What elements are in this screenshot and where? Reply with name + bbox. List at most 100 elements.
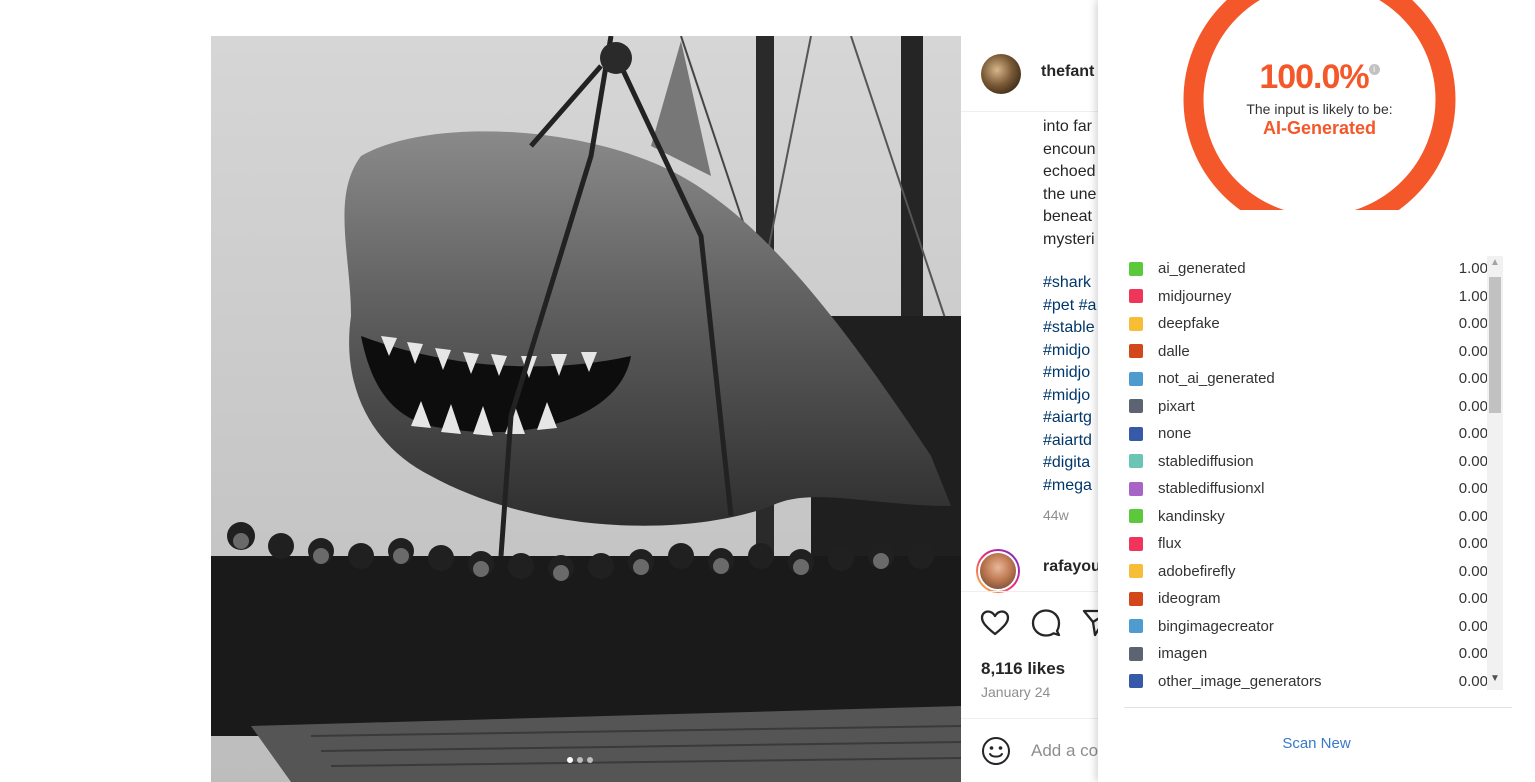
- comment-input[interactable]: Add a co: [1031, 741, 1098, 761]
- result-value: 0.00: [1458, 645, 1488, 663]
- commenter-avatar[interactable]: [976, 549, 1020, 593]
- likes-count[interactable]: 8,116 likes: [981, 659, 1065, 679]
- legend-swatch: [1129, 619, 1143, 634]
- heart-icon[interactable]: [979, 607, 1011, 639]
- commenter-username[interactable]: rafayou: [1043, 558, 1101, 576]
- results-list: ai_generated 1.00 midjourney 1.00 deepfake 0.…: [1126, 255, 1490, 692]
- hashtag-link[interactable]: #mega: [1043, 475, 1096, 498]
- shark-photo-illustration: [211, 36, 961, 782]
- result-row: deepfake 0.00: [1126, 310, 1490, 338]
- result-label: ai_generated: [1158, 260, 1246, 278]
- result-label: dalle: [1158, 342, 1190, 360]
- result-row: stablediffusionxl 0.00: [1126, 475, 1490, 503]
- post-time-ago[interactable]: 44w: [1043, 507, 1069, 523]
- comment-bar: Add a co: [961, 718, 1101, 782]
- result-label: ideogram: [1158, 590, 1221, 608]
- post-date: January 24: [981, 684, 1051, 700]
- hashtag-link[interactable]: #midjo: [1043, 340, 1096, 363]
- legend-swatch: [1129, 426, 1143, 441]
- legend-swatch: [1129, 261, 1143, 276]
- caption-line: the une: [1043, 185, 1097, 203]
- hashtag-link[interactable]: #stable: [1043, 317, 1096, 340]
- result-label: deepfake: [1158, 315, 1220, 333]
- ai-detector-panel: 100.0% i The input is likely to be: AI-Ge…: [1098, 0, 1535, 782]
- legend-swatch: [1129, 564, 1143, 579]
- post-caption: into far encoun echoed the une beneat my…: [1043, 116, 1096, 251]
- verdict-label: AI-Generated: [1262, 118, 1377, 138]
- legend-swatch: [1129, 316, 1143, 331]
- result-label: none: [1158, 425, 1192, 443]
- carousel-dot: [567, 757, 573, 763]
- scrollbar-thumb[interactable]: [1489, 277, 1501, 413]
- hashtag-link[interactable]: #shark: [1043, 272, 1096, 295]
- hashtag-link[interactable]: #aiartg: [1043, 407, 1096, 430]
- post-image[interactable]: [211, 36, 961, 782]
- result-label: midjourney: [1158, 287, 1232, 305]
- author-avatar[interactable]: [981, 54, 1021, 94]
- result-row: flux 0.00: [1126, 530, 1490, 558]
- legend-swatch: [1129, 674, 1143, 689]
- result-value: 0.00: [1458, 535, 1488, 553]
- comment-icon[interactable]: [1030, 607, 1062, 639]
- result-value: 0.00: [1458, 672, 1488, 690]
- result-label: not_ai_generated: [1158, 370, 1275, 388]
- result-row: not_ai_generated 0.00: [1126, 365, 1490, 393]
- carousel-dots: [567, 757, 593, 763]
- result-row: midjourney 1.00: [1126, 283, 1490, 311]
- post-panel: thefant into far encoun echoed the une b…: [961, 36, 1101, 782]
- result-label: pixart: [1158, 397, 1195, 415]
- result-value: 0.00: [1458, 315, 1488, 333]
- score-summary: 100.0% i The input is likely to be: AI-Ge…: [1182, 58, 1457, 139]
- hashtag-link[interactable]: #pet #a: [1043, 295, 1096, 318]
- legend-swatch: [1129, 591, 1143, 606]
- carousel-dot: [577, 757, 583, 763]
- result-row: stablediffusion 0.00: [1126, 448, 1490, 476]
- legend-swatch: [1129, 344, 1143, 359]
- hashtag-link[interactable]: #digita: [1043, 452, 1096, 475]
- scan-new-button[interactable]: Scan New: [1098, 735, 1535, 752]
- result-label: kandinsky: [1158, 507, 1225, 525]
- legend-swatch: [1129, 399, 1143, 414]
- result-value: 0.00: [1458, 507, 1488, 525]
- result-value: 0.00: [1458, 397, 1488, 415]
- hashtag-link[interactable]: #aiartd: [1043, 430, 1096, 453]
- hashtag-link[interactable]: #midjo: [1043, 362, 1096, 385]
- result-value: 0.00: [1458, 370, 1488, 388]
- result-label: flux: [1158, 535, 1182, 553]
- result-label: other_image_generators: [1158, 672, 1322, 690]
- hashtag-list: #shark #pet #a #stable #midjo #midjo #mi…: [1043, 272, 1096, 497]
- carousel-dot: [587, 757, 593, 763]
- legend-swatch: [1129, 454, 1143, 469]
- result-row: pixart 0.00: [1126, 393, 1490, 421]
- legend-swatch: [1129, 646, 1143, 661]
- result-value: 0.00: [1458, 342, 1488, 360]
- result-row: kandinsky 0.00: [1126, 503, 1490, 531]
- result-value: 0.00: [1458, 425, 1488, 443]
- result-row: adobefirefly 0.00: [1126, 558, 1490, 586]
- info-icon[interactable]: i: [1368, 64, 1380, 75]
- result-row: none 0.00: [1126, 420, 1490, 448]
- result-value: 0.00: [1458, 590, 1488, 608]
- hashtag-link[interactable]: #midjo: [1043, 385, 1096, 408]
- legend-swatch: [1129, 371, 1143, 386]
- result-row: dalle 0.00: [1126, 338, 1490, 366]
- legend-swatch: [1129, 481, 1143, 496]
- result-value: 1.00: [1458, 260, 1488, 278]
- result-row: bingimagecreator 0.00: [1126, 613, 1490, 641]
- post-actions: [961, 591, 1101, 647]
- author-username[interactable]: thefant: [1041, 63, 1094, 81]
- caption-line: echoed: [1043, 163, 1096, 180]
- legend-swatch: [1129, 289, 1143, 304]
- result-row: other_image_generators 0.00: [1126, 668, 1490, 693]
- scroll-down-arrow[interactable]: ▼: [1490, 673, 1500, 684]
- caption-line: encoun: [1043, 140, 1096, 158]
- caption-line: beneat: [1043, 208, 1092, 225]
- result-value: 1.00: [1458, 287, 1488, 305]
- result-row: ideogram 0.00: [1126, 585, 1490, 613]
- scroll-up-arrow[interactable]: ▲: [1490, 257, 1500, 268]
- result-label: bingimagecreator: [1158, 617, 1274, 635]
- result-label: stablediffusionxl: [1158, 480, 1265, 498]
- caption-line: mysteri: [1043, 230, 1095, 248]
- emoji-icon[interactable]: [981, 736, 1011, 766]
- result-label: imagen: [1158, 645, 1208, 663]
